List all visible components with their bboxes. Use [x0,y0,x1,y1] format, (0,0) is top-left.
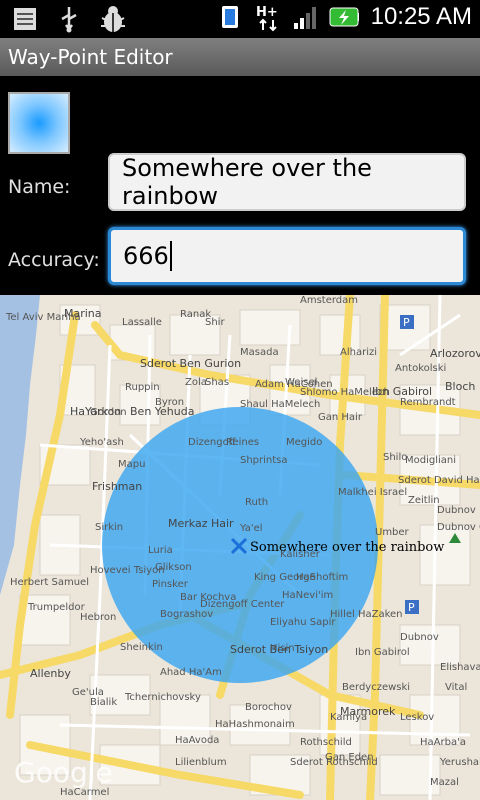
status-right-icons: H+ 10:25 AM [215,2,472,32]
street-label: Frishman [92,480,142,493]
street-label: Trumpeldor [27,602,86,613]
street-label: Lassalle [122,317,162,328]
waypoint-form: Name: Somewhere over the rainbow Accurac… [0,76,480,295]
street-label: Allenby [30,667,71,680]
street-label: Shaul HaMelech [240,399,320,410]
street-label: HaArba'a [420,737,466,748]
street-label: Kamiya [330,712,367,723]
street-label: Alharizi [340,347,377,358]
app-title: Way-Point Editor [8,45,173,69]
street-label: Bloch [445,380,475,393]
svg-text:H+: H+ [256,5,278,20]
status-bar: H+ 10:25 AM [0,0,480,38]
street-label: Dubnov [400,632,439,643]
status-left-icons [10,4,128,34]
street-label: Mazal [430,777,459,788]
street-label: Mapu [118,459,145,470]
street-label: HaNevi'im [282,590,333,601]
street-label: Gan Eden [325,752,374,763]
street-label: Berdyczewski [342,682,410,693]
street-label: Merkaz Hair [168,517,234,530]
street-label: Shprintsa [240,455,288,466]
accuracy-value: 666 [123,242,169,270]
battery-icon [329,2,359,32]
street-label: Bograshov [160,609,213,620]
street-label: Ibn Gabirol [355,647,410,658]
color-swatch-button[interactable] [8,92,70,154]
bug-icon [98,4,128,34]
google-logo: Google [14,756,113,789]
street-label: Vital [445,682,467,693]
street-label: Bialik [90,697,117,708]
street-label: Hebron [80,612,116,623]
street-label: Hovevei Tsiyon [90,565,165,576]
street-label: Zola [185,377,207,388]
street-label: Sirkin [95,522,123,533]
street-label: Eliyahu Sapir [270,617,336,628]
street-label: Luria [148,545,173,556]
usb-icon [54,4,84,34]
street-label: Sderot David HaMelech [398,475,480,486]
street-label: Ahad Ha'Am [160,667,222,678]
signal-icon [291,2,321,32]
notification-icon[interactable] [10,4,40,34]
street-label: Dubnov [437,505,476,516]
street-label: Marina [64,307,102,320]
street-label: Yeho'ash [79,437,124,448]
street-label: Rothschild [300,737,352,748]
street-label: Hisin [270,643,295,654]
street-label: Ruppin [125,382,160,393]
street-label: Malkhei Israel [338,487,407,498]
map-view[interactable]: Tel Aviv Marina Marina Lassalle Ranak Sh… [0,295,480,800]
text-cursor [169,241,172,271]
street-label: Megido [286,437,322,448]
name-field[interactable]: Somewhere over the rainbow [108,153,466,211]
svg-text:P: P [408,601,415,614]
street-label: Masada [240,347,279,358]
street-label: HaAvoda [175,735,219,746]
street-label: Zeitlin [408,495,440,506]
street-label: Shilo [383,452,407,463]
street-label: Byron [155,397,184,408]
name-label: Name: [8,176,71,198]
street-label: Gordon [90,407,127,418]
title-bar: Way-Point Editor [0,38,480,76]
waypoint-label: Somewhere over the rainbow [250,540,444,555]
street-label: Ya'el [239,523,263,534]
street-label: HaHashmonaim [215,719,295,730]
street-label: Sderot Ben Gurion [140,357,241,370]
name-value: Somewhere over the rainbow [122,154,372,210]
street-label: Sheinkin [120,642,163,653]
street-label: Rembrandt [400,397,456,408]
street-label: Antokolski [395,363,446,374]
street-label: Pinsker [152,579,189,590]
waypoint-marker[interactable]: Somewhere over the rainbow [230,537,444,555]
street-label: Herbert Samuel [10,577,89,588]
street-label: Elishava [440,662,480,673]
street-label: King George [254,572,316,583]
map-canvas[interactable]: Tel Aviv Marina Marina Lassalle Ranak Sh… [0,295,480,800]
street-label: Arlozorov [430,347,480,360]
status-clock: 10:25 AM [370,3,472,30]
street-label: Gan Hair [318,412,363,423]
street-label: Shas [205,377,229,388]
hplus-icon: H+ [253,2,283,32]
street-label: Amsterdam [300,295,358,306]
street-label: Umber [375,527,410,538]
street-label: Tchernichovsky [124,692,201,703]
street-label: Lilienblum [175,757,227,768]
street-label: Dubnov Garden [437,522,480,533]
street-label: Ruth [245,497,268,508]
accuracy-label: Accuracy: [8,249,100,271]
street-label: Leskov [400,712,434,723]
sim-icon [215,2,245,32]
street-label: Shir [205,317,225,328]
street-label: Yerushalayim [439,757,480,768]
street-label: Modigliani [405,455,456,466]
street-label: Reines [226,437,259,448]
accuracy-field[interactable]: 666 [108,227,466,285]
svg-text:P: P [403,316,410,329]
street-label: Hillel HaZaken [330,609,403,620]
street-label: Borochov [245,702,292,713]
